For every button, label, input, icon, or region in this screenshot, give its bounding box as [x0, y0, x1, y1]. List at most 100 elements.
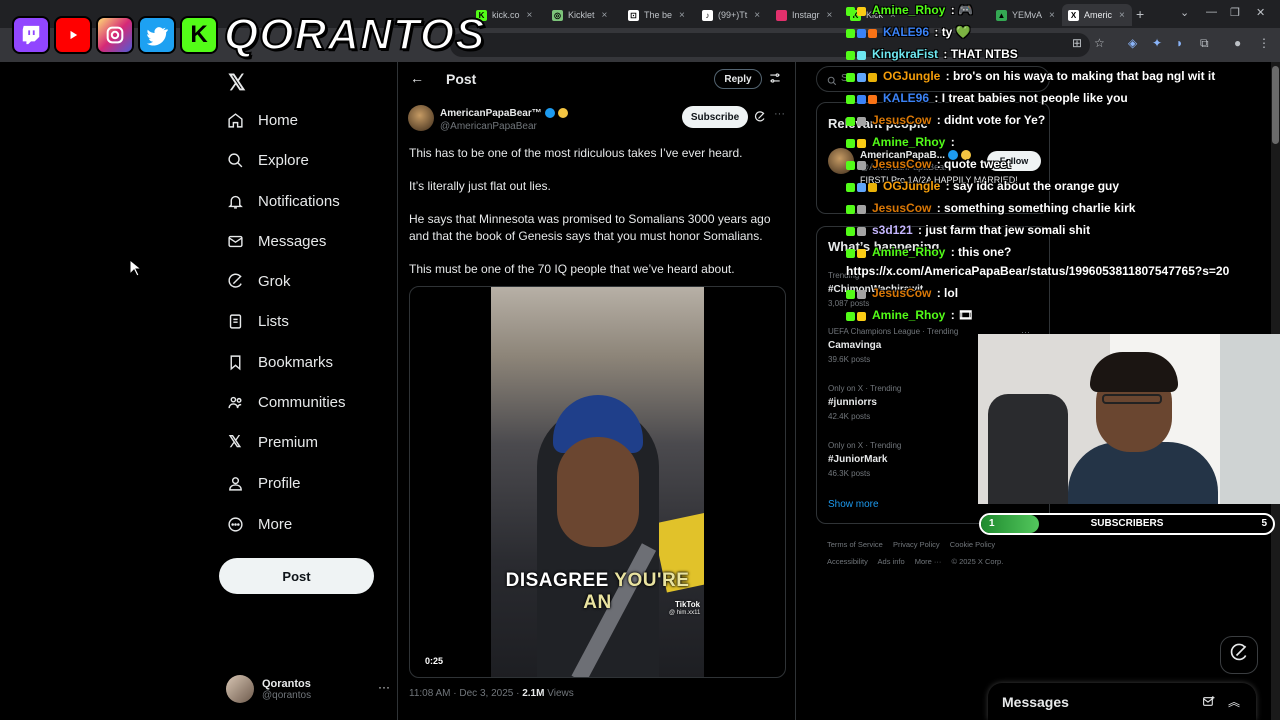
- post-more-icon[interactable]: ···: [774, 108, 785, 120]
- nav-notifications[interactable]: Notifications: [218, 184, 340, 218]
- back-arrow-icon[interactable]: ←: [410, 70, 424, 86]
- grok-icon: [1229, 643, 1249, 668]
- footer-link[interactable]: Terms of Service: [827, 540, 883, 549]
- subscribe-button[interactable]: Subscribe: [682, 106, 748, 128]
- nav-more[interactable]: More: [218, 507, 292, 541]
- verified-badge-icon: [544, 108, 555, 119]
- chat-text: bro's on his waya to making that bag ngl…: [953, 69, 1216, 83]
- video-subject: [557, 437, 639, 547]
- close-tab-icon[interactable]: ×: [827, 10, 833, 21]
- tiktok-handle: @ him.xx11: [669, 610, 701, 616]
- close-tab-icon[interactable]: ×: [527, 10, 533, 21]
- post-timestamp: 11:08 AM · Dec 3, 2025 · 2.1M Views: [409, 688, 574, 699]
- compose-message-icon[interactable]: [1202, 695, 1215, 713]
- chat-message: JesusCow : quote tweet: [846, 157, 1276, 172]
- browser-tab[interactable]: Instagr ×: [770, 4, 842, 26]
- browser-tab[interactable]: ◎ Kicklet ×: [546, 4, 620, 26]
- chat-message: Amine_Rhoy :: [846, 135, 1276, 150]
- footer-link[interactable]: Cookie Policy: [950, 540, 995, 549]
- chat-text: quote tweet: [944, 157, 1011, 171]
- account-more-icon[interactable]: ···: [378, 680, 390, 694]
- tab-label: (99+)Tt: [718, 10, 748, 20]
- show-more-link[interactable]: Show more: [828, 499, 879, 510]
- nav-bookmarks[interactable]: Bookmarks: [218, 345, 333, 379]
- grok-icon[interactable]: [754, 110, 766, 128]
- tab-favicon: [776, 9, 787, 21]
- chat-separator: :: [947, 135, 955, 149]
- bookmark-icon: [226, 353, 244, 371]
- chat-link[interactable]: https://x.com/AmericaPapaBear/status/199…: [846, 264, 1229, 278]
- post-header: ← Post Reply: [398, 62, 797, 96]
- chat-message: s3d121 : just farm that jew somali shit: [846, 223, 1276, 238]
- nav-profile[interactable]: Profile: [218, 466, 301, 500]
- chat-separator: :: [933, 113, 945, 127]
- footer-link[interactable]: Accessibility: [827, 557, 868, 566]
- webcam-overlay: [978, 334, 1280, 504]
- footer-copyright: © 2025 X Corp.: [951, 557, 1004, 566]
- nav-messages[interactable]: Messages: [218, 224, 326, 258]
- gold-badge-icon: [557, 108, 568, 119]
- browser-tab[interactable]: ⊡ The be ×: [622, 4, 694, 26]
- sub-goal-label: SUBSCRIBERS: [1090, 518, 1164, 529]
- browser-tab[interactable]: ♪ (99+)Tt ×: [696, 4, 768, 26]
- chat-badges: [846, 246, 868, 260]
- close-tab-icon[interactable]: ×: [602, 10, 608, 21]
- x-logo-icon[interactable]: 𝕏: [228, 70, 246, 96]
- sub-goal-target: 5: [1261, 518, 1267, 529]
- chat-message: Amine_Rhoy : 🎞: [846, 308, 1276, 323]
- grok-floating-button[interactable]: [1220, 636, 1258, 674]
- chat-message: https://x.com/AmericaPapaBear/status/199…: [846, 264, 1276, 278]
- author-handle[interactable]: @AmericanPapaBear: [440, 121, 537, 132]
- page-title: Post: [446, 71, 477, 87]
- reply-button[interactable]: Reply: [714, 69, 762, 89]
- chevron-up-icon[interactable]: ︽: [1228, 693, 1240, 710]
- close-tab-icon[interactable]: ×: [679, 10, 685, 21]
- chat-badges: [846, 4, 868, 18]
- footer-link[interactable]: More ···: [915, 557, 942, 566]
- nav-explore[interactable]: Explore: [218, 143, 309, 177]
- video-caption: DISAGREE YOU'RE AN: [491, 570, 704, 614]
- avatar[interactable]: [408, 105, 434, 131]
- account-handle: @qorantos: [262, 689, 312, 701]
- chat-badges: [846, 180, 879, 194]
- video-player[interactable]: DISAGREE YOU'RE AN TikTok @ him.xx11 0:2…: [409, 286, 786, 678]
- chat-separator: :: [933, 286, 945, 300]
- nav-lists[interactable]: Lists: [218, 304, 289, 338]
- chat-badges: [846, 224, 868, 238]
- post-text: It’s literally just flat out lies.: [409, 179, 551, 193]
- post-button[interactable]: Post: [219, 558, 374, 594]
- search-icon: [226, 151, 244, 169]
- nav-grok[interactable]: Grok: [218, 264, 291, 298]
- chat-message: Amine_Rhoy : 🎮: [846, 3, 1276, 18]
- chat-badges: [846, 70, 879, 84]
- chat-text: just farm that jew somali shit: [925, 223, 1091, 237]
- twitter-bird-icon: [138, 16, 176, 54]
- mouse-cursor-icon: [129, 258, 143, 282]
- search-icon: [827, 73, 837, 91]
- author-name-link[interactable]: AmericanPapaBear™: [440, 108, 568, 119]
- tab-favicon: ◎: [552, 9, 563, 21]
- sliders-icon[interactable]: [768, 71, 782, 90]
- people-icon: [226, 393, 244, 411]
- account-switcher[interactable]: Qorantos @qorantos ···: [226, 672, 390, 706]
- chat-text: THAT NTBS: [950, 47, 1018, 61]
- view-count: 2.1M: [522, 688, 545, 699]
- nav-premium[interactable]: 𝕏 Premium: [218, 425, 318, 459]
- chat-separator: :: [933, 157, 945, 171]
- nav-home[interactable]: Home: [218, 103, 298, 137]
- chat-username: JesusCow: [872, 113, 932, 127]
- nav-communities[interactable]: Communities: [218, 385, 346, 419]
- post-column: ← Post Reply AmericanPapaBear™ @American…: [397, 62, 796, 720]
- footer-link[interactable]: Ads info: [878, 557, 905, 566]
- chat-text: didnt vote for Ye?: [944, 113, 1046, 127]
- footer-links: Terms of Service Privacy Policy Cookie P…: [827, 536, 1042, 570]
- chat-username: Amine_Rhoy: [872, 3, 946, 17]
- timestamp-text[interactable]: 11:08 AM · Dec 3, 2025 ·: [409, 688, 522, 699]
- messages-drawer[interactable]: Messages ︽: [988, 683, 1256, 720]
- chat-username: KALE96: [883, 91, 930, 105]
- close-tab-icon[interactable]: ×: [754, 10, 760, 21]
- chat-username: Amine_Rhoy: [872, 308, 946, 322]
- tab-favicon: ♪: [702, 9, 713, 21]
- footer-link[interactable]: Privacy Policy: [893, 540, 940, 549]
- chat-username: OGJungle: [883, 69, 941, 83]
